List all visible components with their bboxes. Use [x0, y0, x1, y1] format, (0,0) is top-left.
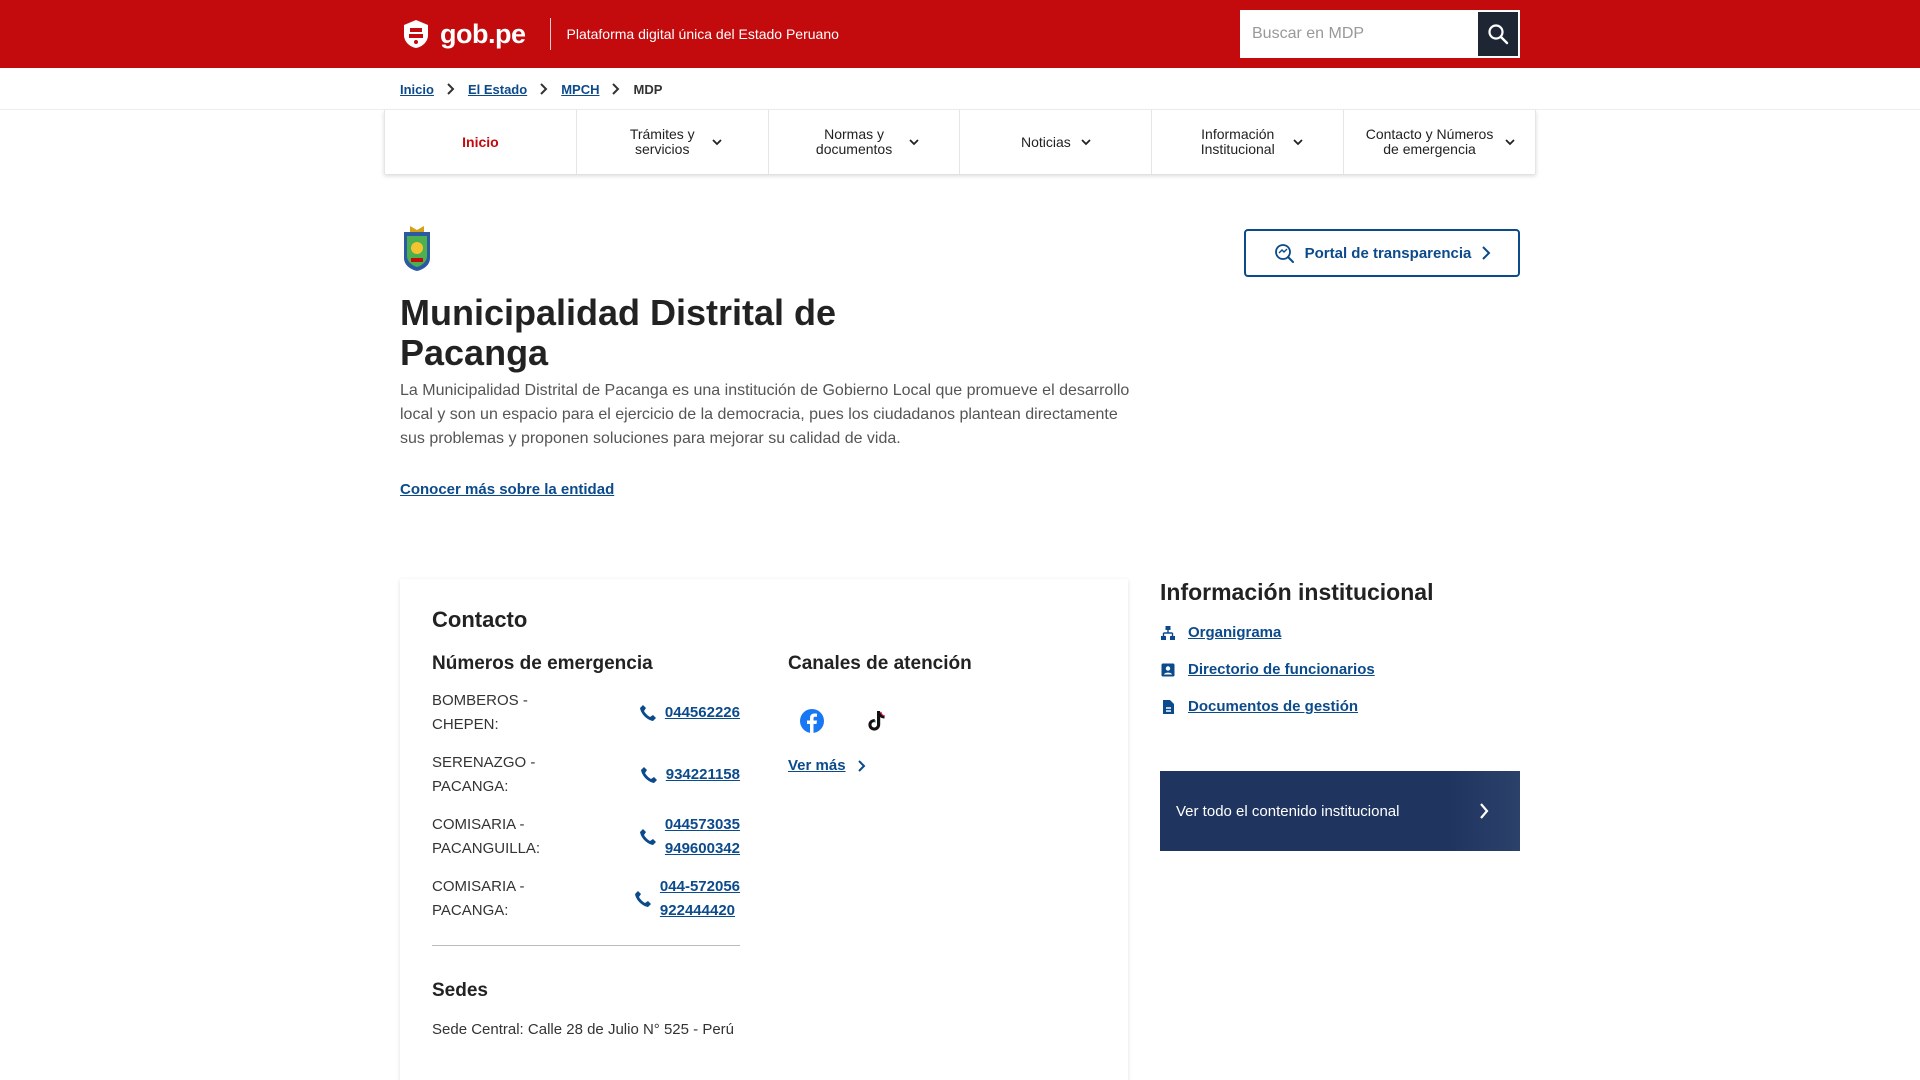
nav-item-contacto[interactable]: Contacto y Números de emergencia: [1344, 110, 1536, 174]
phone-icon: [639, 829, 656, 845]
emergency-number-link[interactable]: 922444420: [660, 899, 740, 923]
more-about-entity-link[interactable]: Conocer más sobre la entidad: [400, 481, 614, 498]
chevron-right-icon: [612, 83, 620, 95]
document-icon: [1163, 699, 1174, 714]
emergency-number-link[interactable]: 934221158: [666, 763, 740, 787]
emergency-row: SERENAZGO - PACANGA: 934221158: [432, 751, 740, 799]
view-all-institutional-button[interactable]: Ver todo el contenido institucional: [1160, 771, 1520, 851]
contact-card-icon: [1161, 663, 1175, 676]
search-button[interactable]: [1478, 12, 1518, 56]
nav-item-inicio[interactable]: Inicio: [385, 110, 577, 174]
main-nav: Inicio Trámites y servicios Normas y doc…: [384, 110, 1536, 174]
chevron-down-icon: [712, 139, 722, 146]
organigrama-link[interactable]: Organigrama: [1160, 624, 1520, 641]
nav-item-informacion[interactable]: Información Institucional: [1152, 110, 1345, 174]
chevron-right-icon: [1482, 246, 1491, 260]
breadcrumb-link-mpch[interactable]: MPCH: [561, 82, 599, 97]
chevron-right-icon: [1480, 803, 1489, 819]
nav-item-tramites[interactable]: Trámites y servicios: [577, 110, 769, 174]
breadcrumb-link-inicio[interactable]: Inicio: [400, 82, 434, 97]
breadcrumb-current: MDP: [633, 81, 663, 97]
chevron-right-icon: [857, 759, 865, 772]
peru-shield-icon: [404, 20, 428, 48]
nav-item-label: Trámites y servicios: [629, 126, 695, 157]
chevron-right-icon: [447, 83, 455, 95]
nav-item-noticias[interactable]: Noticias: [960, 110, 1153, 174]
sede-central-address: Sede Central: Calle 28 de Julio N° 525 -…: [432, 1021, 734, 1038]
institutional-info: Información institucional Organigrama Di…: [1160, 579, 1520, 1080]
phone-icon: [639, 705, 656, 721]
emergency-label: BOMBEROS - CHEPEN:: [432, 692, 528, 733]
emergency-number-link[interactable]: 949600342: [665, 837, 740, 861]
emergency-row: BOMBEROS - CHEPEN: 044562226: [432, 689, 740, 737]
phone-icon: [634, 891, 651, 907]
breadcrumb-link-el-estado[interactable]: El Estado: [468, 82, 527, 97]
emergency-number-link[interactable]: 044573035: [665, 813, 740, 837]
transparency-search-icon: [1274, 244, 1294, 263]
page-title: Municipalidad Distrital de Pacanga: [400, 292, 837, 373]
view-all-chevron: [1448, 771, 1520, 851]
contact-card: Contacto Números de emergencia BOMBEROS …: [400, 579, 1128, 1080]
search-icon: [1488, 24, 1509, 45]
nav-item-label: Normas y documentos: [815, 126, 893, 157]
chevron-down-icon: [1081, 139, 1091, 146]
emergency-label: SERENAZGO - PACANGA:: [432, 754, 536, 795]
search-input[interactable]: [1242, 12, 1478, 56]
chevron-down-icon: [1504, 139, 1515, 146]
nav-item-label: Inicio: [462, 133, 499, 150]
gobpe-logo[interactable]: gob.pe: [400, 18, 526, 50]
chevron-down-icon: [1293, 139, 1303, 146]
contact-title: Contacto: [432, 607, 528, 632]
contact-divider: [432, 945, 740, 946]
documentos-link[interactable]: Documentos de gestión: [1160, 698, 1520, 715]
emergency-label: COMISARIA - PACANGA:: [432, 878, 525, 919]
municipal-crest-icon: [404, 226, 430, 271]
transparency-portal-button[interactable]: Portal de transparencia: [1244, 229, 1520, 277]
documentos-label: Documentos de gestión: [1188, 698, 1359, 715]
nav-item-normas[interactable]: Normas y documentos: [769, 110, 961, 174]
header-tagline: Plataforma digital única del Estado Peru…: [566, 26, 839, 42]
portal-button-label: Portal de transparencia: [1304, 244, 1472, 262]
directorio-label: Directorio de funcionarios: [1188, 661, 1375, 678]
emergency-number-link[interactable]: 044562226: [665, 701, 740, 725]
emergency-column: Números de emergencia BOMBEROS - CHEPEN:…: [432, 653, 740, 1042]
channels-title: Canales de atención: [788, 653, 972, 674]
nav-item-label: Noticias: [1021, 133, 1071, 150]
entity-hero: Municipalidad Distrital de Pacanga La Mu…: [400, 174, 1520, 499]
phone-icon: [640, 767, 657, 783]
tiktok-icon[interactable]: [864, 709, 888, 733]
header-separator: [549, 18, 551, 50]
emergency-number-link[interactable]: 044-572056: [660, 875, 740, 899]
chevron-right-icon: [540, 83, 548, 95]
ver-mas-label: Ver más: [788, 757, 846, 774]
organigrama-label: Organigrama: [1188, 624, 1282, 641]
org-chart-icon: [1161, 625, 1175, 640]
institutional-title: Información institucional: [1160, 579, 1434, 605]
logo-text: gob.pe: [440, 18, 526, 49]
nav-item-label: Contacto y Números de emergencia: [1365, 126, 1494, 157]
search-box: [1240, 10, 1520, 58]
ver-mas-link[interactable]: Ver más: [788, 757, 1096, 774]
nav-item-label: Información Institucional: [1200, 126, 1275, 157]
view-all-label: Ver todo el contenido institucional: [1176, 802, 1400, 820]
emergency-title: Números de emergencia: [432, 653, 653, 674]
channels-column: Canales de atención Ver más: [788, 653, 1096, 1042]
emergency-label: COMISARIA - PACANGUILLA:: [432, 816, 541, 857]
chevron-down-icon: [909, 139, 919, 146]
emergency-row: COMISARIA - PACANGA: 044-572056 92244442…: [432, 875, 740, 923]
directorio-link[interactable]: Directorio de funcionarios: [1160, 661, 1520, 678]
breadcrumb-bar: Inicio El Estado MPCH MDP: [0, 68, 1920, 110]
emergency-row: COMISARIA - PACANGUILLA: 044573035 94960…: [432, 813, 740, 861]
sedes-title: Sedes: [432, 980, 488, 1001]
facebook-icon[interactable]: [800, 709, 824, 733]
breadcrumb: Inicio El Estado MPCH MDP: [400, 68, 1520, 110]
entity-description: La Municipalidad Distrital de Pacanga es…: [400, 382, 1130, 447]
lower-section: Contacto Números de emergencia BOMBEROS …: [400, 579, 1520, 1080]
top-header: gob.pe Plataforma digital única del Esta…: [0, 0, 1920, 68]
